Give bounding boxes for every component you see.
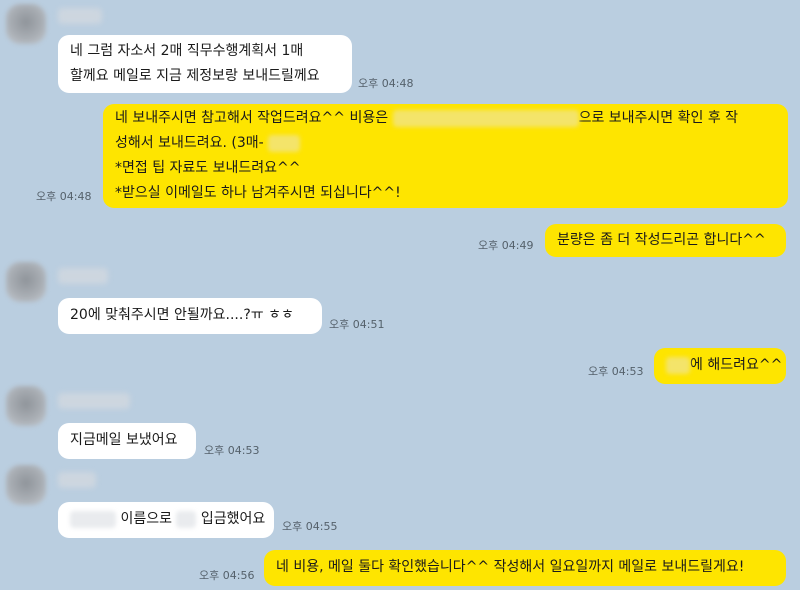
- message-time: 오후 04:53: [204, 444, 260, 457]
- message-time: 오후 04:48: [358, 77, 414, 90]
- message-bubble-incoming[interactable]: 이름으로 입금했어요: [58, 502, 274, 538]
- message-bubble-incoming[interactable]: 네 그럼 자소서 2매 직무수행계획서 1매 할께요 메일로 지금 제정보랑 보…: [58, 35, 352, 93]
- message-time: 오후 04:48: [36, 190, 92, 203]
- message-time: 오후 04:53: [588, 365, 644, 378]
- message-time: 오후 04:51: [329, 318, 385, 331]
- message-text: 지금메일 보냈어요: [70, 432, 178, 448]
- message-text: 분량은 좀 더 작성드리곤 합니다^^: [557, 232, 766, 248]
- message-bubble-outgoing[interactable]: 분량은 좀 더 작성드리곤 합니다^^: [545, 224, 786, 257]
- message-text: 네 보내주시면 참고해서 작업드려요^^ 비용은: [115, 110, 389, 126]
- message-text: 할께요 메일로 지금 제정보랑 보내드릴께요: [70, 68, 320, 84]
- redacted-amount: [176, 510, 197, 528]
- message-text: 입금했어요: [200, 511, 266, 527]
- redacted-name: [70, 510, 116, 528]
- message-bubble-incoming[interactable]: 지금메일 보냈어요: [58, 423, 196, 459]
- sender-avatar[interactable]: [6, 386, 46, 426]
- message-text: 에 해드려요^^: [690, 357, 783, 373]
- message-bubble-outgoing[interactable]: 네 비용, 메일 둘다 확인했습니다^^ 작성해서 일요일까지 메일로 보내드릴…: [264, 550, 786, 586]
- chat-room: 네 그럼 자소서 2매 직무수행계획서 1매 할께요 메일로 지금 제정보랑 보…: [0, 0, 800, 590]
- redacted-text: [268, 134, 301, 152]
- redacted-amount: [392, 109, 579, 127]
- message-text: 성해서 보내드려요. (3매-: [115, 135, 264, 151]
- message-bubble-outgoing[interactable]: 네 보내주시면 참고해서 작업드려요^^ 비용은 으로 보내주시면 확인 후 작…: [103, 104, 788, 208]
- message-text: *받으실 이메일도 하나 남겨주시면 되십니다^^!: [115, 185, 401, 201]
- sender-name-redacted: [58, 8, 102, 24]
- message-text: 20에 맞춰주시면 안될까요....?ㅠ ㅎㅎ: [70, 307, 294, 323]
- message-text: 으로 보내주시면 확인 후 작: [578, 110, 739, 126]
- sender-name-redacted: [58, 472, 96, 488]
- message-text: 네 비용, 메일 둘다 확인했습니다^^ 작성해서 일요일까지 메일로 보내드릴…: [276, 559, 745, 575]
- message-text: 네 그럼 자소서 2매 직무수행계획서 1매: [70, 43, 304, 59]
- sender-name-redacted: [58, 393, 130, 409]
- redacted-amount: [666, 356, 690, 374]
- message-time: 오후 04:49: [478, 239, 534, 252]
- sender-avatar[interactable]: [6, 262, 46, 302]
- message-text: *면접 팁 자료도 보내드려요^^: [115, 160, 301, 176]
- message-bubble-incoming[interactable]: 20에 맞춰주시면 안될까요....?ㅠ ㅎㅎ: [58, 298, 322, 334]
- message-time: 오후 04:55: [282, 520, 338, 533]
- message-text: 이름으로: [120, 511, 172, 527]
- message-time: 오후 04:56: [199, 569, 255, 582]
- sender-avatar[interactable]: [6, 465, 46, 505]
- sender-name-redacted: [58, 268, 108, 284]
- sender-avatar[interactable]: [6, 4, 46, 44]
- message-bubble-outgoing[interactable]: 에 해드려요^^: [654, 348, 786, 384]
